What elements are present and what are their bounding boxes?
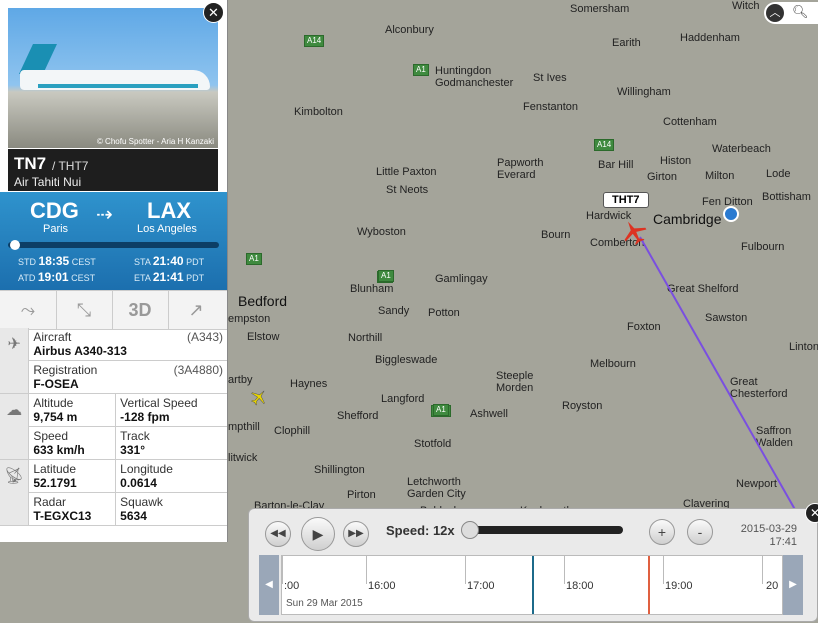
origin-code: CDG: [30, 198, 79, 223]
timeline-next-icon[interactable]: ▶: [783, 555, 803, 615]
rewind-button[interactable]: ◀◀: [265, 521, 291, 547]
map-search-box[interactable]: ︿ 🔍︎: [764, 2, 818, 24]
route-icon[interactable]: ⤳: [0, 291, 57, 329]
dest-code: LAX: [147, 198, 191, 223]
aircraft-icon[interactable]: [620, 218, 648, 246]
aircraft-photo[interactable]: © Chofu Spotter - Aria H Kanzaki: [8, 8, 218, 148]
timeline-marker: [648, 556, 650, 614]
origin-city: Paris: [43, 223, 69, 235]
flight-progress-bar: [8, 240, 219, 250]
playback-panel: ◀◀ ▶ ▶▶ Speed: 12x + - 2015-03-29 17:41 ◀…: [248, 503, 818, 622]
aircraft-other-icon[interactable]: [250, 388, 268, 406]
panel-toolbar: ⤳ ⤡ 3D ↗: [0, 290, 227, 330]
flight-info-panel: © Chofu Spotter - Aria H Kanzaki ✕ TN7 /…: [0, 0, 228, 542]
chevron-up-icon[interactable]: ︿: [766, 4, 784, 22]
playback-close-icon[interactable]: ✕: [805, 503, 818, 523]
flight-number: TN7: [14, 154, 47, 173]
fast-forward-button[interactable]: ▶▶: [343, 521, 369, 547]
search-icon[interactable]: 🔍︎: [792, 4, 809, 20]
callsign-tag: THT7: [603, 192, 649, 208]
playback-datetime: 2015-03-29 17:41: [740, 523, 797, 548]
cloud-icon: ☁: [0, 393, 30, 460]
std-time: STD 18:35 CEST: [18, 254, 96, 268]
speed-down-button[interactable]: -: [687, 519, 713, 545]
route-summary: CDG Paris ⇢ LAX Los Angeles STD 18:35 CE…: [0, 192, 227, 290]
flight-details-table: ✈ Aircraft (A343) Airbus A340-313 Registra…: [0, 328, 227, 526]
play-button[interactable]: ▶: [301, 517, 335, 551]
speed-up-button[interactable]: +: [649, 519, 675, 545]
airline-name: Air Tahiti Nui: [14, 175, 82, 189]
timeline-date: Sun 29 Mar 2015: [286, 598, 363, 609]
flight-header: TN7 / THT7 Air Tahiti Nui: [8, 149, 218, 191]
photo-credit: © Chofu Spotter - Aria H Kanzaki: [96, 137, 214, 146]
sta-time: STA 21:40 PDT: [134, 254, 205, 268]
callsign: / THT7: [52, 159, 89, 173]
speed-label: Speed: 12x: [386, 523, 455, 538]
route-arrow-icon: ⇢: [96, 204, 113, 226]
eta-time: ETA 21:41 PDT: [134, 270, 205, 284]
share-icon[interactable]: ↗: [168, 291, 224, 329]
airplane-icon: ✈: [0, 328, 30, 394]
compress-icon[interactable]: ⤡: [56, 291, 113, 329]
radar-dish-icon: 📡︎: [0, 459, 30, 526]
timeline[interactable]: :00 16:00 17:00 18:00 19:00 20 Sun 29 Ma…: [281, 555, 783, 615]
view-3d-button[interactable]: 3D: [112, 291, 169, 329]
close-icon[interactable]: ✕: [203, 2, 224, 23]
location-pin-icon[interactable]: [723, 206, 739, 222]
timeline-prev-icon[interactable]: ◀: [259, 555, 279, 615]
dest-city: Los Angeles: [137, 223, 197, 235]
atd-time: ATD 19:01 CEST: [18, 270, 96, 284]
speed-slider[interactable]: [461, 521, 623, 539]
timeline-playhead[interactable]: [532, 556, 534, 614]
